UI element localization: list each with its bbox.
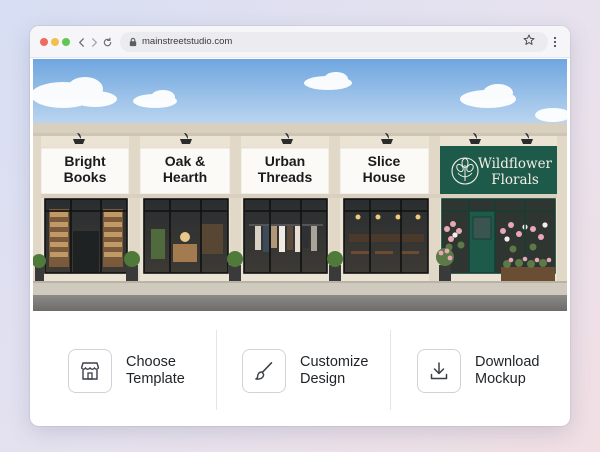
sign-oak-hearth-line1: Oak &: [165, 153, 205, 169]
storefront-mockup-image: Bright Books Oak & Hearth Urban Threads …: [33, 59, 567, 311]
street: [33, 295, 567, 311]
browser-window: mainstreetstudio.com Bright Books Oak & …: [30, 26, 570, 426]
minimize-button[interactable]: [51, 38, 59, 46]
maximize-button[interactable]: [62, 38, 70, 46]
step-divider: [390, 330, 391, 410]
sign-slice-house-line2: House: [363, 169, 406, 185]
sign-oak-hearth-line2: Hearth: [163, 169, 207, 185]
sign-wildflower-line1: Wildflower: [478, 156, 553, 172]
reload-icon[interactable]: [100, 34, 114, 50]
choose-template-step[interactable]: Choose Template: [68, 316, 216, 426]
bookmark-star-icon[interactable]: [523, 34, 535, 46]
customize-design-label-line2: Design: [300, 371, 346, 387]
sign-bright-books-line1: Bright: [64, 153, 106, 169]
sign-wildflower-line2: Florals: [491, 172, 539, 188]
url-text: mainstreetstudio.com: [142, 36, 233, 47]
sign-urban-threads-line2: Threads: [258, 169, 313, 185]
choose-template-label-line2: Template: [126, 371, 185, 387]
customize-design-step[interactable]: Customize Design: [242, 316, 390, 426]
forward-icon[interactable]: [87, 34, 101, 50]
download-mockup-label-line2: Mockup: [475, 371, 526, 387]
customize-design-label-line1: Customize: [300, 354, 369, 370]
browser-titlebar: mainstreetstudio.com: [30, 26, 570, 58]
sign-urban-threads-line1: Urban: [265, 153, 305, 169]
shop-windows: [44, 198, 556, 274]
sign-bright-books-line2: Books: [64, 169, 107, 185]
menu-icon[interactable]: [552, 35, 558, 49]
sign-slice-house-line1: Slice: [368, 153, 401, 169]
back-icon[interactable]: [74, 34, 88, 50]
download-mockup-label-line1: Download: [475, 354, 540, 370]
workflow-steps: Choose Template Customize Design Downloa…: [30, 316, 570, 426]
lock-icon: [129, 37, 137, 47]
download-mockup-step[interactable]: Download Mockup: [417, 316, 565, 426]
address-bar[interactable]: mainstreetstudio.com: [120, 32, 548, 52]
sidewalk: [33, 281, 567, 295]
download-icon: [417, 349, 461, 393]
storefront-icon: [68, 349, 112, 393]
step-divider: [216, 330, 217, 410]
close-button[interactable]: [40, 38, 48, 46]
choose-template-label-line1: Choose: [126, 354, 176, 370]
paintbrush-icon: [242, 349, 286, 393]
